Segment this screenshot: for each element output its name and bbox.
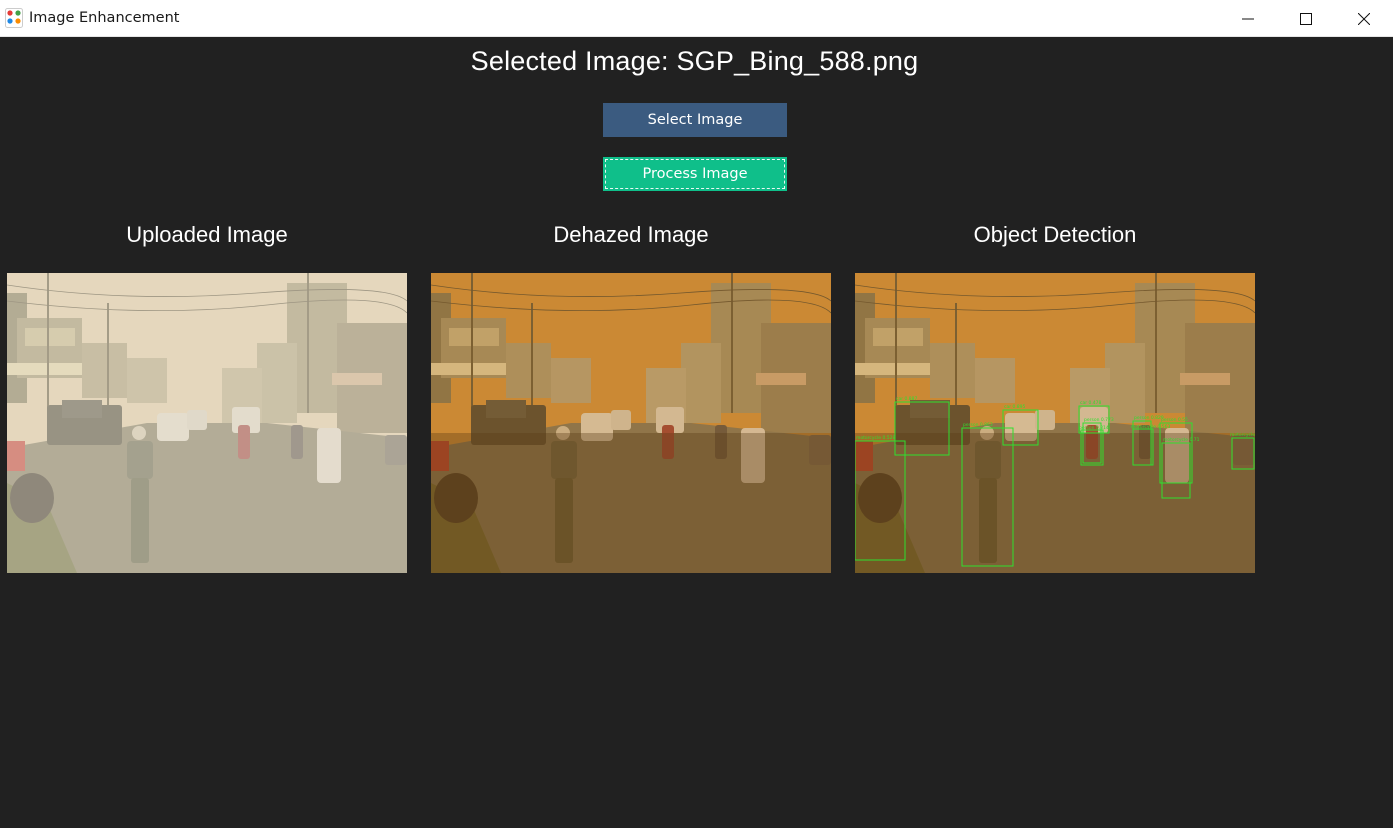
- dehazed-image-title: Dehazed Image: [553, 222, 709, 247]
- detection-label: motorcycle: [1230, 432, 1255, 438]
- detection-label: motorcycle 0.71: [1163, 437, 1200, 443]
- detection-label: motorcycle 0.563: [1131, 424, 1170, 430]
- app-dots-icon: [5, 8, 23, 28]
- detection-label: car 0.478: [1080, 400, 1102, 406]
- object-detection-image: car 0.887 motorcycle 0.528 person 0.863 …: [855, 273, 1255, 573]
- close-icon: [1358, 12, 1370, 25]
- detection-label: person 0.55: [1161, 417, 1188, 423]
- uploaded-image: [7, 273, 407, 573]
- minimize-icon: [1242, 18, 1254, 19]
- selected-image-label: Selected Image: SGP_Bing_588.png: [470, 46, 919, 76]
- object-detection-title: Object Detection: [973, 222, 1137, 247]
- detection-label: car 0.895: [1004, 404, 1026, 410]
- window-titlebar: Image Enhancement: [0, 0, 1393, 37]
- detection-label: person 0.829: [1134, 415, 1164, 421]
- dehazed-image: [431, 273, 831, 573]
- detection-label: person 0.814: [1079, 425, 1109, 431]
- process-image-button[interactable]: Process Image: [603, 157, 787, 191]
- maximize-button[interactable]: [1277, 0, 1335, 37]
- close-button[interactable]: [1335, 0, 1393, 37]
- detection-label: car 0.887: [896, 396, 918, 402]
- window-title: Image Enhancement: [29, 10, 180, 26]
- detection-label: person 0.773: [1084, 417, 1114, 423]
- select-image-button[interactable]: Select Image: [603, 103, 787, 137]
- minimize-button[interactable]: [1219, 0, 1277, 37]
- detection-label: motorcycle 0.528: [856, 435, 895, 441]
- uploaded-image-title: Uploaded Image: [126, 222, 288, 247]
- detection-label: person 0.863: [963, 422, 993, 428]
- maximize-icon: [1300, 12, 1312, 25]
